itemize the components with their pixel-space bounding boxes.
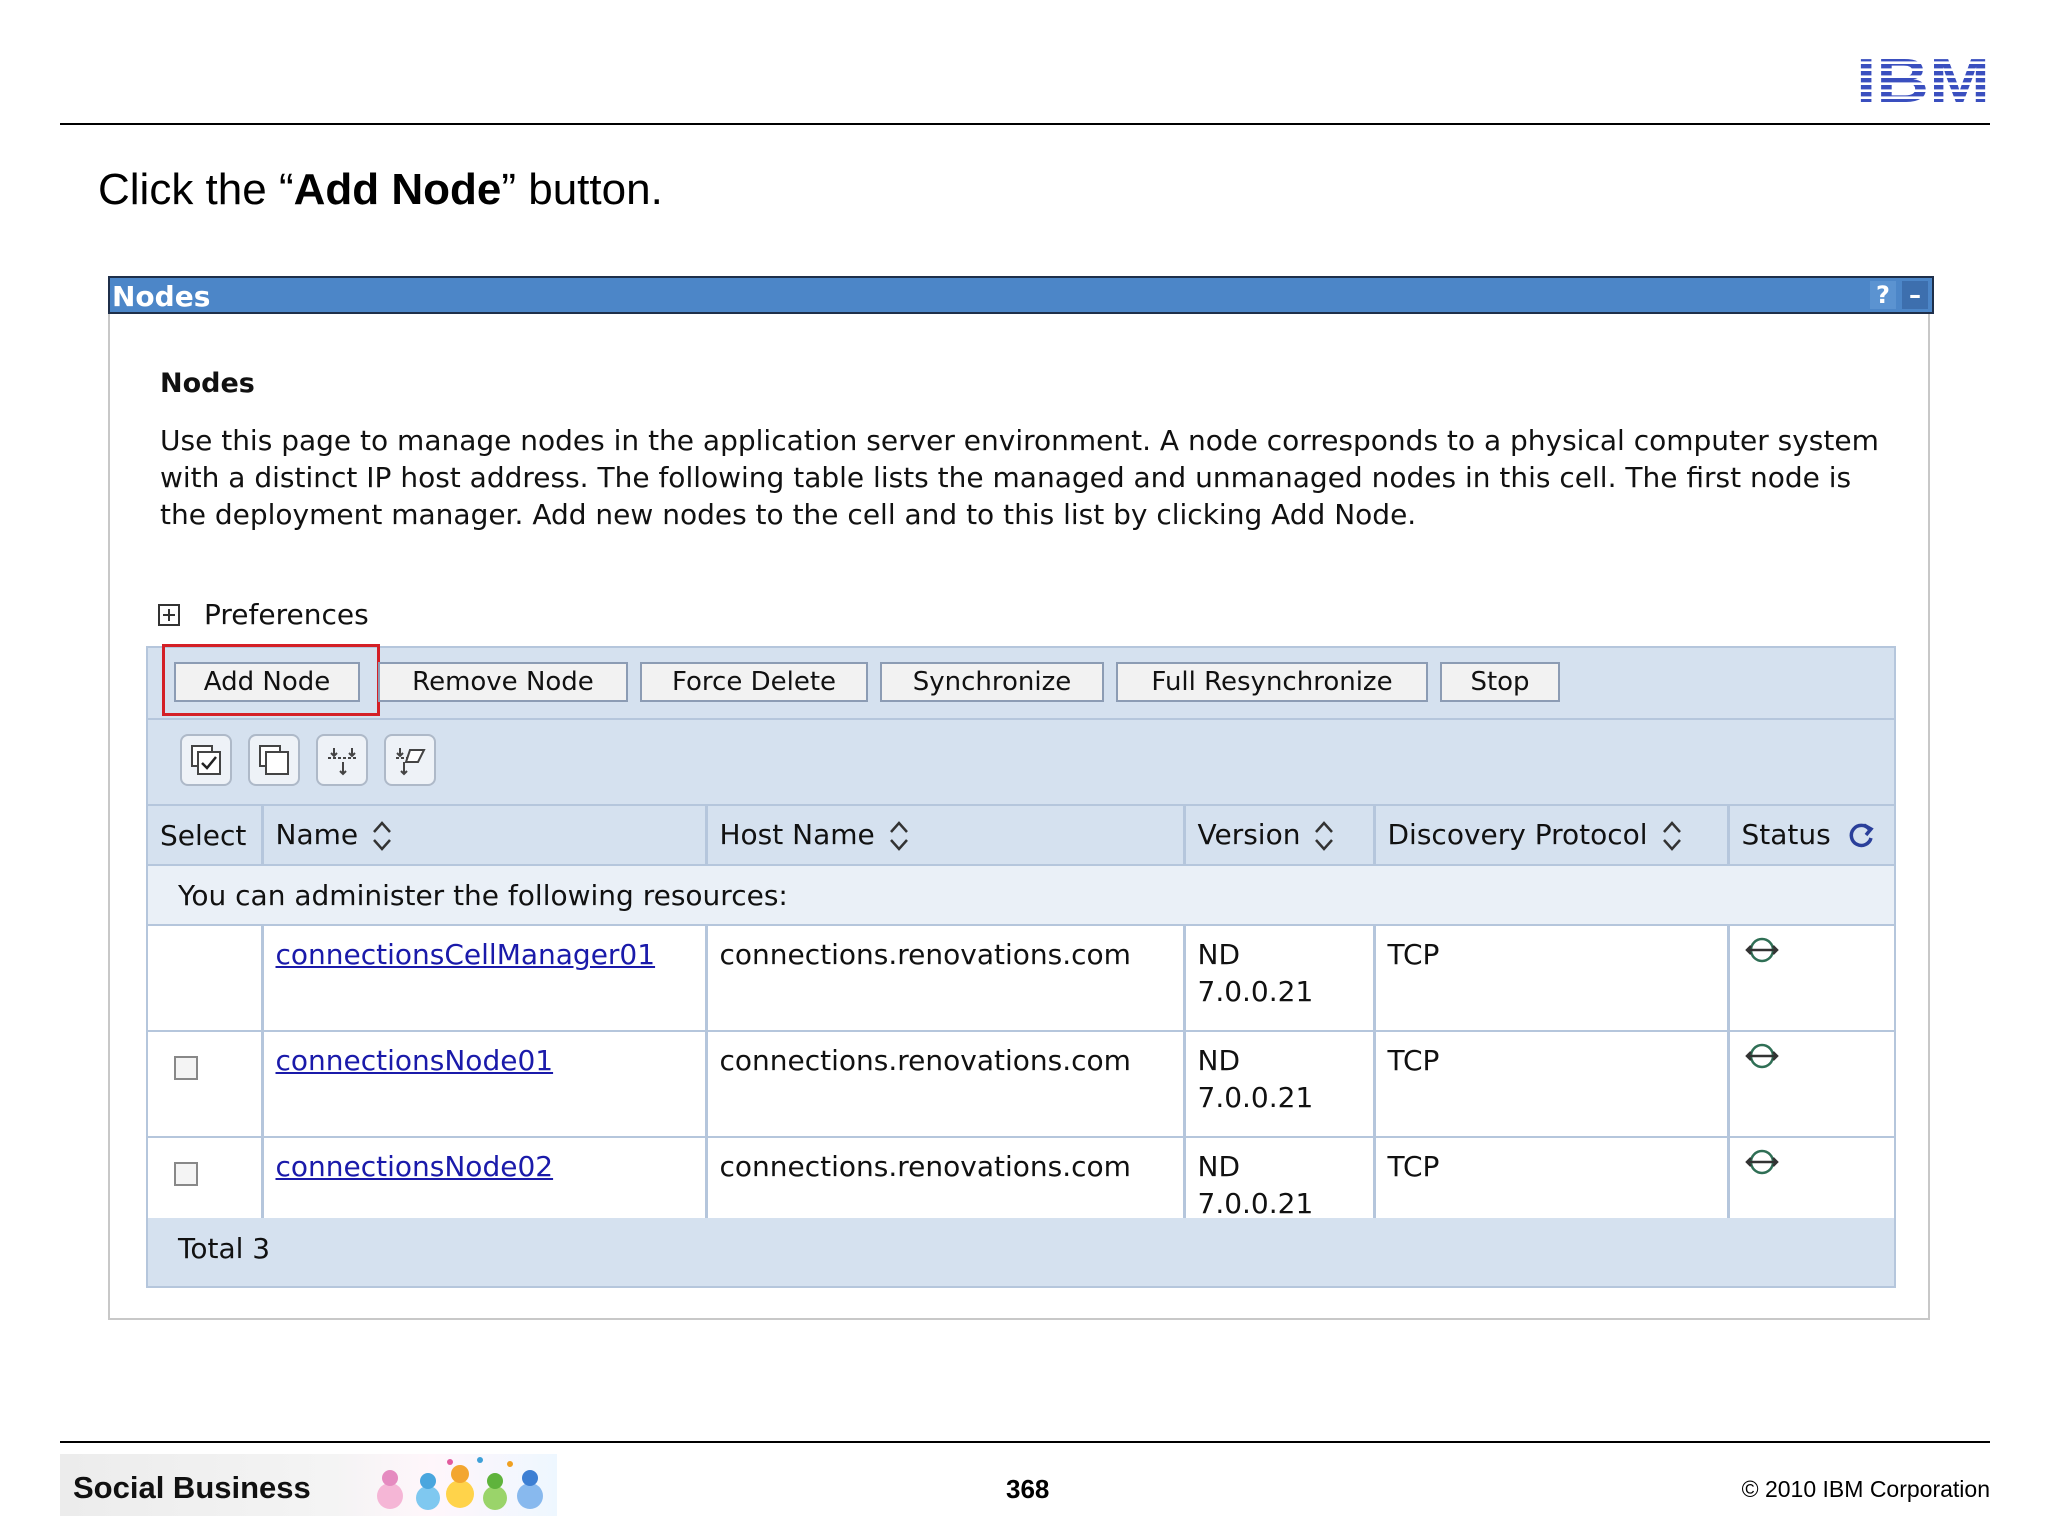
expand-plus-icon[interactable] [158,603,180,626]
select-cell [148,1031,264,1138]
status-cell [1728,925,1894,1032]
nodes-collection-table: Add Node Remove Node Force Delete Synchr… [146,644,1896,1288]
node-link[interactable]: connectionsCellManager01 [276,938,656,971]
select-all-icon[interactable] [180,734,232,786]
synchronize-button[interactable]: Synchronize [880,662,1104,702]
version-cell: ND 7.0.0.21 [1184,1031,1376,1138]
button-bar: Add Node Remove Node Force Delete Synchr… [148,644,1894,720]
table-toolbar [148,720,1894,806]
column-header-host[interactable]: Host Name [706,806,1186,866]
sync-status-icon [1744,1149,1779,1175]
stop-button[interactable]: Stop [1440,662,1560,702]
column-header-select: Select [148,806,264,866]
host-cell: connections.renovations.com [706,1031,1186,1138]
nodes-panel: Nodes ? – Nodes Use this page to manage … [108,276,1934,1320]
column-header-protocol[interactable]: Discovery Protocol [1374,806,1730,866]
resources-info: You can administer the following resourc… [148,865,1894,926]
sort-icon[interactable] [1314,820,1334,852]
column-header-status[interactable]: Status [1728,806,1894,866]
page-number: 368 [1006,1474,1050,1504]
status-cell [1728,1031,1894,1138]
force-delete-button[interactable]: Force Delete [640,662,868,702]
bottom-divider [60,1441,1990,1443]
table-row: connectionsCellManager01 connections.ren… [148,925,1894,1032]
node-link[interactable]: connectionsNode02 [276,1150,554,1183]
people-illustration-icon [377,1457,543,1510]
total-row: Total 3 [148,1218,1894,1286]
column-header-version[interactable]: Version [1184,806,1376,866]
section-heading: Nodes [160,368,255,399]
panel-title: Nodes [112,280,211,313]
sync-status-icon [1744,937,1779,963]
protocol-cell: TCP [1374,1031,1730,1138]
full-resynchronize-button[interactable]: Full Resynchronize [1116,662,1428,702]
sort-icon[interactable] [372,820,392,852]
deselect-all-icon[interactable] [248,734,300,786]
row-checkbox[interactable] [174,1162,198,1186]
show-filter-icon[interactable] [316,734,368,786]
nodes-grid: Select Name Host Name Version Discovery … [148,806,1894,1244]
total-count: Total 3 [178,1232,271,1265]
version-cell: ND 7.0.0.21 [1184,925,1376,1032]
node-link[interactable]: connectionsNode01 [276,1044,554,1077]
table-row: connectionsNode01 connections.renovation… [148,1031,1894,1138]
social-business-banner: Social Business [60,1454,557,1516]
top-divider [60,123,1990,125]
slide-instruction: Click the “Add Node” button. [98,165,663,214]
help-icon[interactable]: ? [1870,281,1896,309]
refresh-icon[interactable] [1845,820,1877,852]
clear-filter-icon[interactable] [384,734,436,786]
minimize-icon[interactable]: – [1902,281,1928,309]
footer-brand: Social Business [73,1470,311,1505]
sort-icon[interactable] [889,820,909,852]
preferences-label: Preferences [204,598,369,631]
highlight-box [162,644,380,716]
remove-node-button[interactable]: Remove Node [378,662,628,702]
row-checkbox[interactable] [174,1056,198,1080]
host-cell: connections.renovations.com [706,925,1186,1032]
svg-text:IBM: IBM [1856,50,1990,106]
copyright-notice: © 2010 IBM Corporation [1741,1476,1990,1502]
sync-status-icon [1744,1043,1779,1069]
protocol-cell: TCP [1374,925,1730,1032]
sort-icon[interactable] [1662,820,1682,852]
select-cell [148,925,264,1032]
ibm-logo: IBM [1856,50,1990,106]
page-description: Use this page to manage nodes in the app… [160,424,1879,531]
preferences-toggle[interactable]: Preferences [158,598,369,631]
column-header-name[interactable]: Name [262,806,708,866]
panel-title-bar: Nodes ? – [108,276,1934,314]
